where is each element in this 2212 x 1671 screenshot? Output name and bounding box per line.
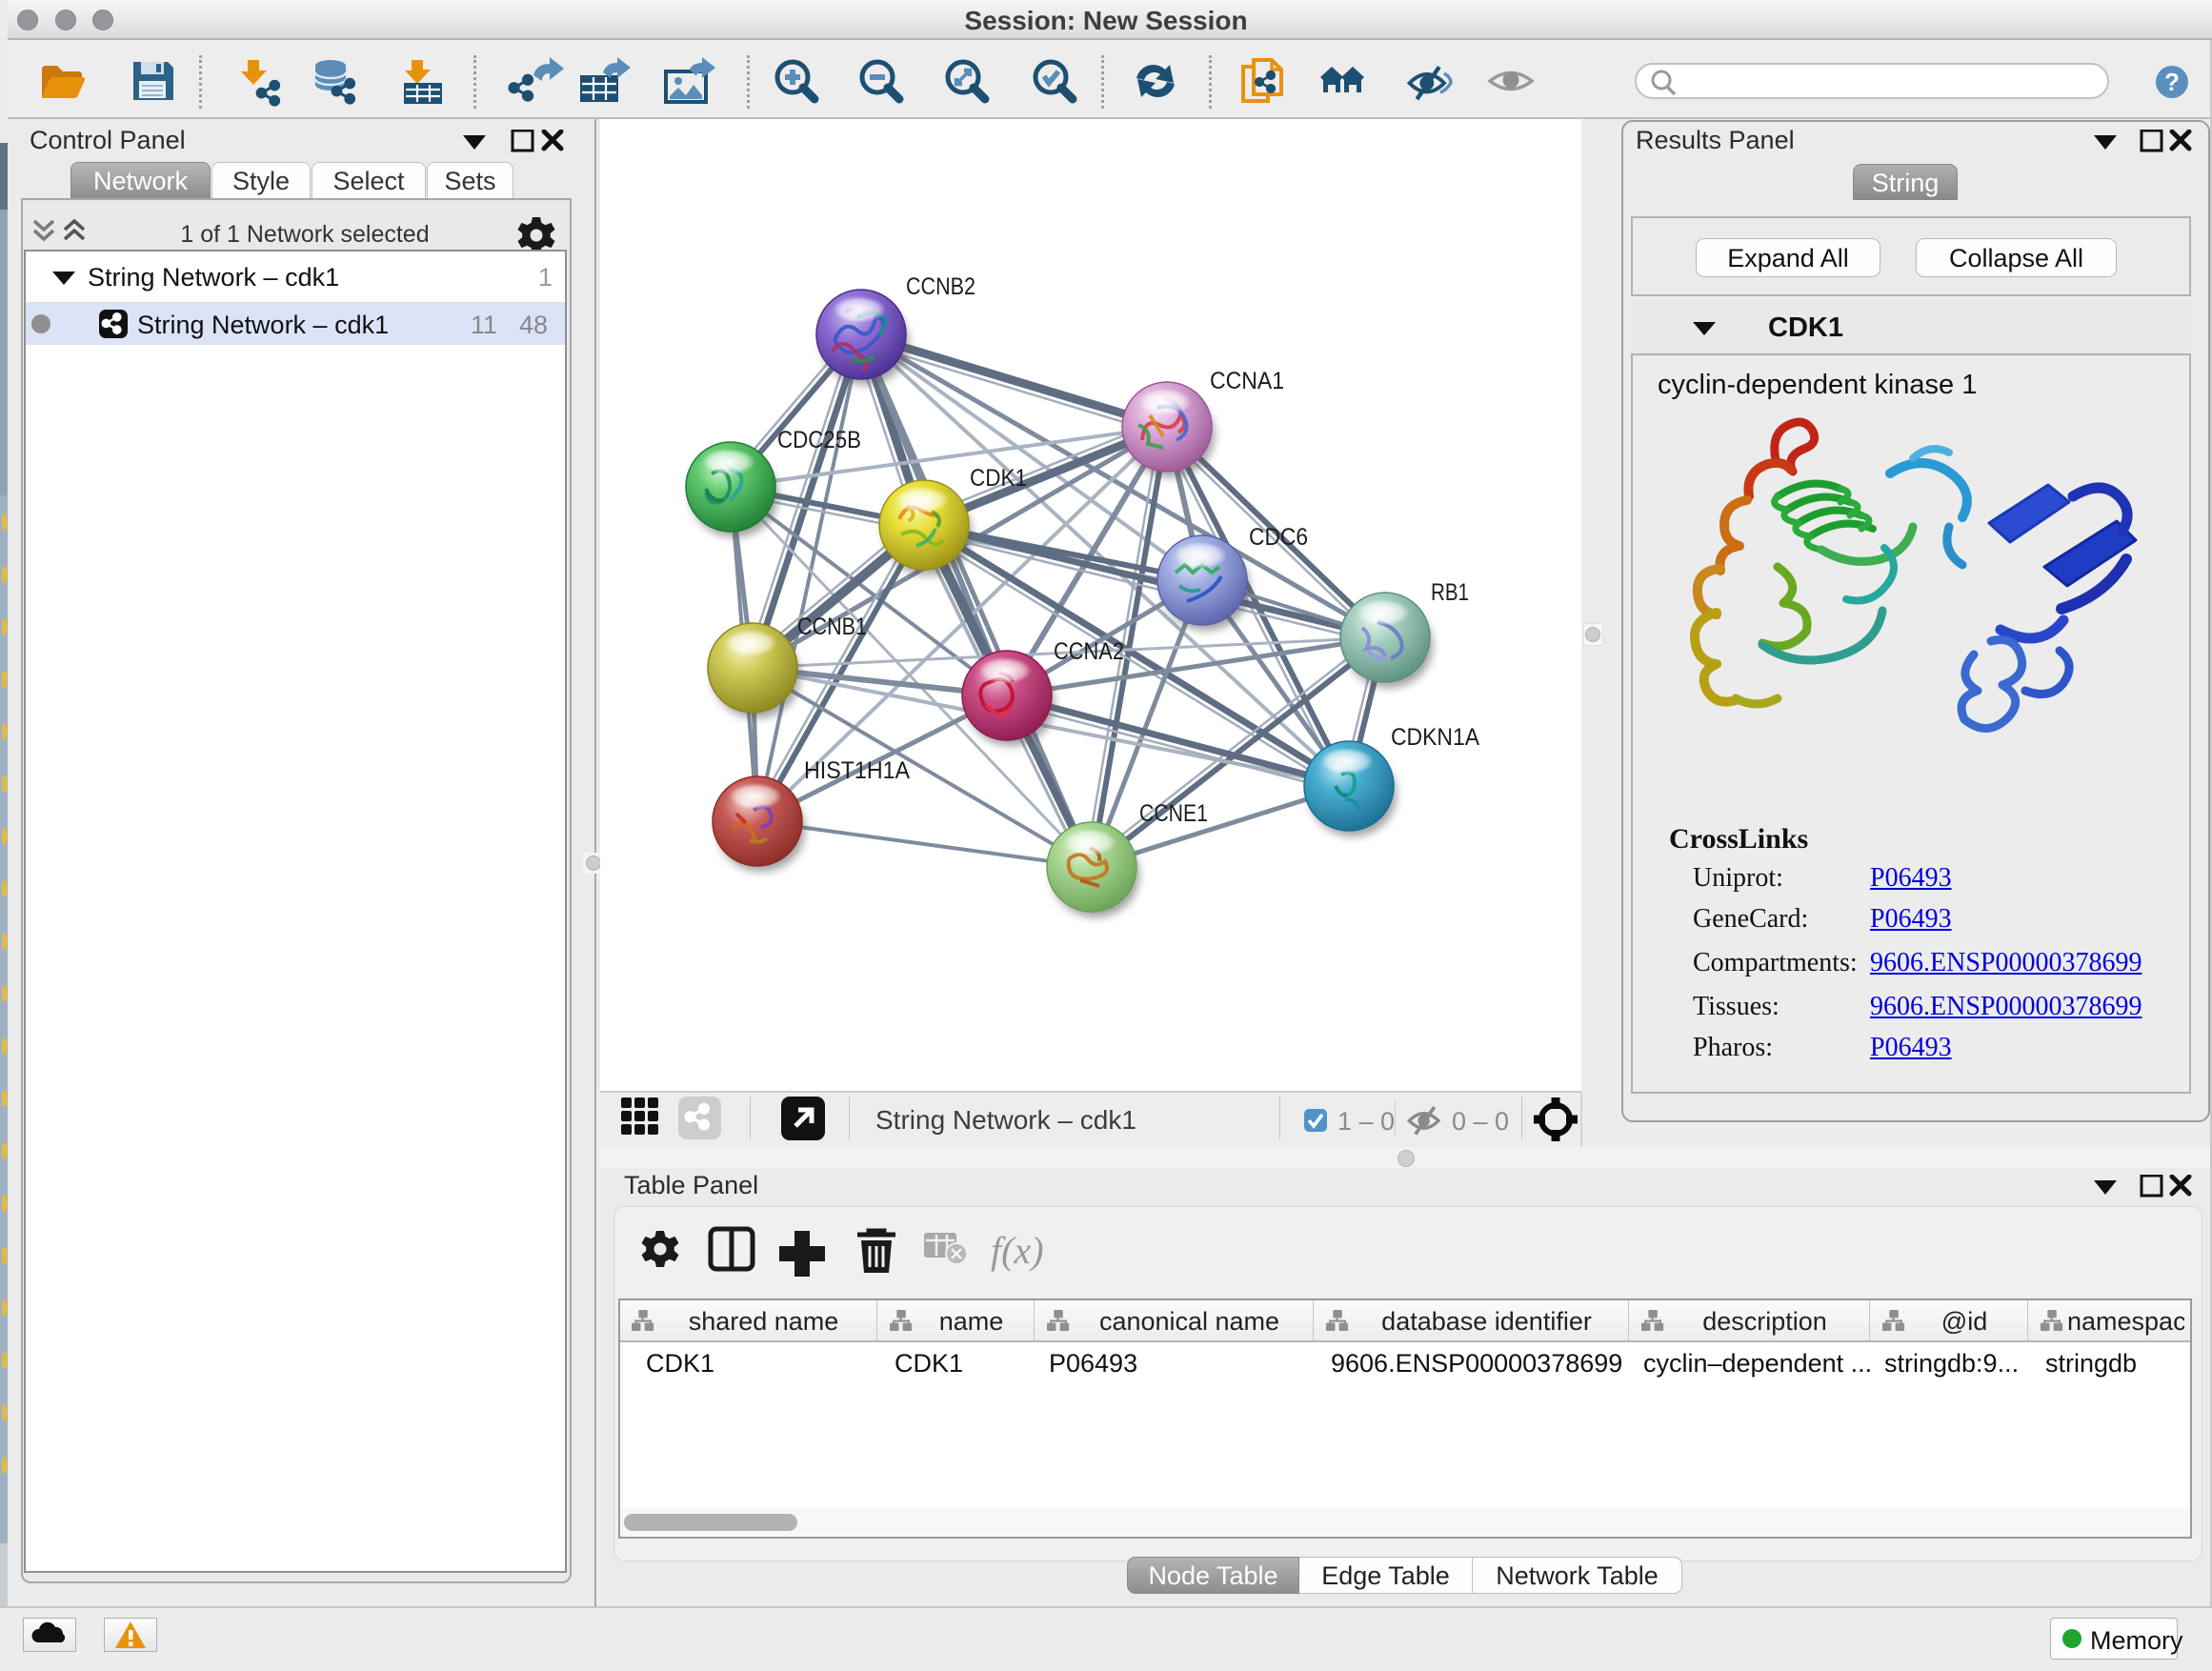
svg-text:CCNA1: CCNA1	[1210, 368, 1284, 394]
svg-text:HIST1H1A: HIST1H1A	[804, 757, 910, 784]
svg-text:f(x): f(x)	[991, 1229, 1044, 1272]
svg-text:CDKN1A: CDKN1A	[1391, 724, 1479, 751]
svg-text:CDK1: CDK1	[970, 465, 1027, 492]
svg-text:CCNB2: CCNB2	[906, 273, 975, 300]
svg-text:CDC6: CDC6	[1249, 524, 1308, 551]
svg-text:CCNA2: CCNA2	[1054, 638, 1124, 665]
svg-text:CCNE1: CCNE1	[1139, 800, 1208, 827]
svg-text:CDC25B: CDC25B	[777, 427, 861, 453]
svg-text:CCNB1: CCNB1	[797, 614, 867, 640]
svg-text:RB1: RB1	[1431, 579, 1469, 606]
